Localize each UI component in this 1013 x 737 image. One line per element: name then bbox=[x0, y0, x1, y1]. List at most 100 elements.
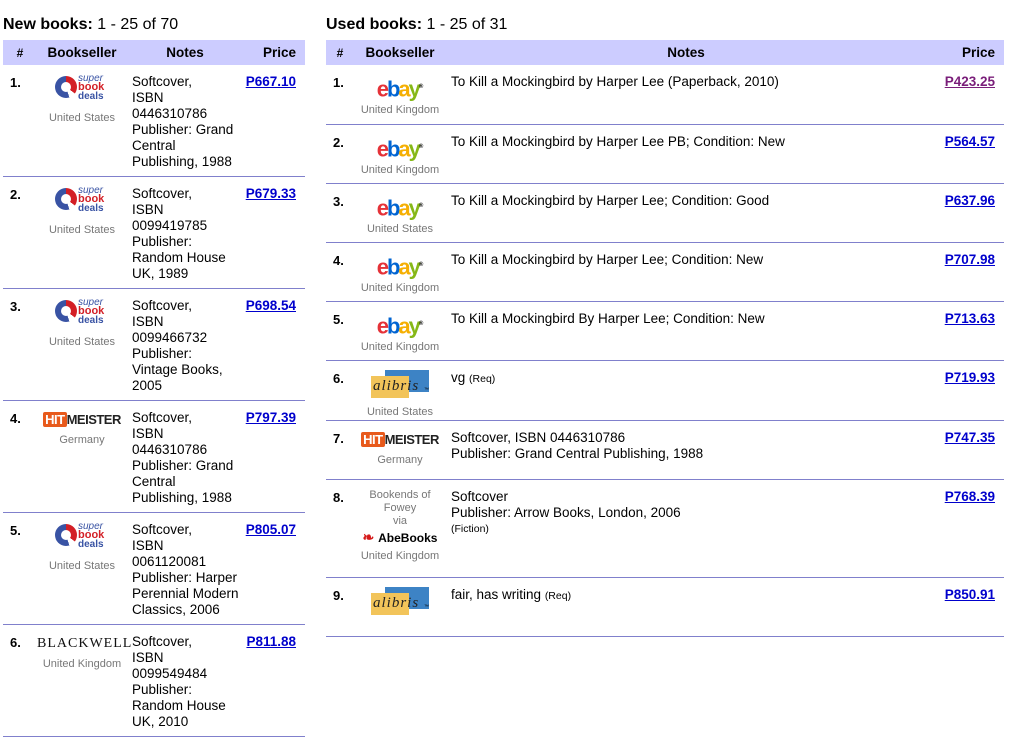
hitmeister-logo[interactable]: HIT MEISTER bbox=[43, 410, 121, 430]
note-line: Central bbox=[132, 138, 176, 153]
note-text: vg bbox=[451, 369, 466, 385]
column-header-number: # bbox=[326, 40, 354, 65]
price-cell: P768.39 bbox=[926, 479, 1004, 577]
alibris-logo[interactable]: alibris ™ bbox=[371, 369, 429, 398]
price-link[interactable]: P719.93 bbox=[945, 370, 995, 385]
seller-country: United States bbox=[48, 112, 116, 124]
seller-country: United Kingdom bbox=[360, 281, 440, 294]
logo-letter: y bbox=[408, 253, 421, 279]
swirl-icon bbox=[55, 76, 77, 98]
used-books-panel: Used books: 1 - 25 of 31 # Bookseller No… bbox=[326, 14, 1004, 637]
price-link[interactable]: P768.39 bbox=[945, 489, 995, 504]
logo-word: deals bbox=[78, 203, 104, 214]
note-line: 2005 bbox=[132, 378, 163, 393]
note-text: Softcover, ISBN 0446310786 bbox=[451, 429, 626, 445]
note-line: Random House bbox=[132, 698, 226, 713]
price-link[interactable]: P747.35 bbox=[945, 430, 995, 445]
note-line: Softcover, bbox=[132, 634, 193, 649]
table-row: 6. alibris ™ United States vg (Req) P719.93 bbox=[326, 360, 1004, 420]
registered-mark: ® bbox=[418, 143, 424, 150]
note-line: Central bbox=[132, 474, 176, 489]
note-line: To Kill a Mockingbird by Harper Lee; Con… bbox=[451, 193, 922, 209]
seller-country: United Kingdom bbox=[360, 104, 440, 117]
row-number: 6. bbox=[10, 635, 21, 650]
price-cell: P719.93 bbox=[926, 360, 1004, 420]
price-link[interactable]: P811.88 bbox=[246, 634, 296, 649]
note-line: ISBN 0099466732 bbox=[132, 314, 208, 345]
price-link[interactable]: P423.25 bbox=[945, 74, 995, 89]
note-line: To Kill a Mockingbird by Harper Lee PB; … bbox=[451, 134, 922, 150]
notes-cell: vg (Req) bbox=[446, 360, 926, 420]
price-link[interactable]: P637.96 bbox=[945, 193, 995, 208]
price-link[interactable]: P679.33 bbox=[246, 186, 296, 201]
ebay-logo[interactable]: ebay® bbox=[377, 74, 424, 102]
blackwell-logo[interactable]: BLACKWELL bbox=[37, 634, 132, 654]
note-line: Publisher: bbox=[132, 682, 193, 697]
notes-cell: Softcover Publisher: Arrow Books, London,… bbox=[446, 479, 926, 577]
seller-country: United States bbox=[366, 222, 434, 235]
note-line: Publisher: bbox=[132, 346, 193, 361]
ebay-logo[interactable]: ebay® bbox=[377, 134, 424, 161]
price-cell: P707.98 bbox=[926, 242, 1004, 301]
ebay-logo[interactable]: ebay® bbox=[377, 252, 424, 279]
trademark-mark: ™ bbox=[424, 386, 429, 393]
ebay-logo[interactable]: ebay® bbox=[377, 193, 424, 220]
seller-country: Germany bbox=[59, 434, 105, 446]
note-text: Softcover bbox=[451, 488, 509, 504]
bookseller-cell: alibris ™ United States bbox=[354, 360, 446, 420]
note-tag: (Fiction) bbox=[451, 522, 489, 535]
ebay-logo[interactable]: ebay® bbox=[377, 311, 424, 338]
note-line: Softcover, bbox=[132, 186, 193, 201]
bookseller-cell: ebay® United Kingdom bbox=[354, 301, 446, 360]
note-text: To Kill a Mockingbird By Harper Lee; Con… bbox=[451, 310, 765, 326]
superbookdeals-logo[interactable]: super book deals bbox=[49, 74, 115, 104]
price-cell: P850.91 bbox=[926, 577, 1004, 636]
bookseller-cell: Bookends of Fowey via ❧ AbeBooks United King… bbox=[354, 479, 446, 577]
price-link[interactable]: P805.07 bbox=[246, 522, 296, 537]
bookseller-cell: HIT MEISTER Germany bbox=[37, 401, 127, 513]
seller-country: United States bbox=[48, 336, 116, 348]
new-books-panel: New books: 1 - 25 of 70 # Bookseller Not… bbox=[3, 14, 305, 737]
note-line: Publishing, 1988 bbox=[132, 490, 232, 505]
table-row: 2. ebay® United Kingdom To Kill a Mockingbi… bbox=[326, 124, 1004, 183]
price-link[interactable]: P797.39 bbox=[246, 410, 296, 425]
row-number: 5. bbox=[10, 523, 21, 538]
note-line: Publisher: Arrow Books, London, 2006 bbox=[451, 504, 681, 520]
logo-letter: a bbox=[398, 194, 410, 220]
logo-letter: a bbox=[398, 312, 410, 338]
notes-cell: Softcover, ISBN 0099466732 Publisher: Vinta… bbox=[127, 289, 243, 401]
table-row: 1. super book deals United States Softcover, I… bbox=[3, 65, 305, 177]
price-link[interactable]: P564.57 bbox=[945, 134, 995, 149]
notes-cell: Softcover, ISBN 0446310786 Publisher: Gra… bbox=[446, 420, 926, 479]
superbookdeals-logo[interactable]: super book deals bbox=[49, 298, 115, 328]
superbookdeals-logo[interactable]: super book deals bbox=[49, 522, 115, 552]
logo-letter: a bbox=[398, 76, 410, 102]
note-line: Softcover, ISBN 0446310786 bbox=[451, 430, 922, 446]
table-header-row: # Bookseller Notes Price bbox=[3, 40, 305, 65]
via-seller-name: Fowey bbox=[383, 501, 417, 514]
bookseller-cell: super book deals United States bbox=[37, 65, 127, 177]
price-cell: P797.39 bbox=[243, 401, 305, 513]
registered-mark: ® bbox=[418, 261, 424, 268]
seller-country: United Kingdom bbox=[360, 549, 440, 562]
notes-cell: Softcover, ISBN 0099419785 Publisher: Rando… bbox=[127, 177, 243, 289]
price-cell: P805.07 bbox=[243, 513, 305, 625]
notes-cell: To Kill a Mockingbird by Harper Lee; Con… bbox=[446, 242, 926, 301]
seller-country: United States bbox=[48, 224, 116, 236]
price-link[interactable]: P850.91 bbox=[945, 587, 995, 602]
logo-letter: b bbox=[386, 194, 401, 220]
note-line: Softcover, bbox=[132, 410, 193, 425]
price-link[interactable]: P713.63 bbox=[945, 311, 995, 326]
note-line: Random House bbox=[132, 250, 226, 265]
alibris-logo[interactable]: alibris ™ bbox=[371, 586, 429, 615]
superbookdeals-logo[interactable]: super book deals bbox=[49, 186, 115, 216]
note-tag: (Req) bbox=[469, 372, 496, 385]
price-link[interactable]: P667.10 bbox=[246, 74, 296, 89]
price-link[interactable]: P698.54 bbox=[246, 298, 296, 313]
hitmeister-logo[interactable]: HIT MEISTER bbox=[361, 430, 439, 450]
notes-cell: Softcover, ISBN 0099549484 Publisher: Rando… bbox=[127, 625, 243, 737]
note-line: vg (Req) bbox=[451, 370, 922, 387]
price-link[interactable]: P707.98 bbox=[945, 252, 995, 267]
abebooks-logo[interactable]: ❧ AbeBooks bbox=[363, 528, 438, 546]
row-number: 8. bbox=[333, 489, 344, 505]
